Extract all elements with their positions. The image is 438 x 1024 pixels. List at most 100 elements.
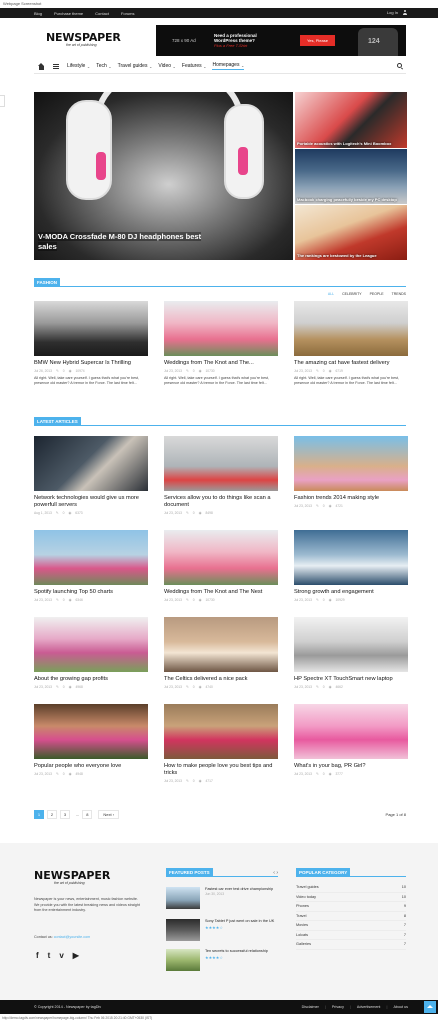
- page-3[interactable]: 3: [60, 810, 70, 819]
- footer-logo[interactable]: NEWSPAPER the art of publishing: [34, 869, 110, 885]
- article-card[interactable]: HP Spectre XT TouchSmart new laptop Jul 2…: [294, 617, 408, 689]
- card-title[interactable]: HP Spectre XT TouchSmart new laptop: [294, 676, 408, 683]
- featured-post[interactable]: Fastest car ever test drive championship…: [166, 887, 278, 909]
- site-logo[interactable]: NEWSPAPER the art of publishing: [46, 31, 121, 47]
- contact-email-link[interactable]: contact@yoursite.com: [54, 935, 91, 939]
- featured-posts-label[interactable]: FEATURED POSTS: [166, 868, 213, 877]
- card-image[interactable]: [34, 436, 148, 491]
- featured-post[interactable]: Sony Tablet P just went on sale in the U…: [166, 919, 278, 941]
- menu-icon[interactable]: [53, 63, 59, 69]
- category-item[interactable]: Phones 9: [296, 902, 406, 912]
- hero-main-title[interactable]: V-MODA Crossfade M-80 DJ headphones best…: [38, 232, 218, 252]
- nav-item-homepages[interactable]: Homepages ⌄: [212, 62, 245, 70]
- nav-item-travel-guides[interactable]: Travel guides ⌄: [118, 63, 153, 69]
- featured-title[interactable]: Ten secrets to successful relationship: [205, 949, 268, 954]
- card-title[interactable]: Weddings from The Knot and The Nest: [164, 589, 278, 596]
- hero-side-post[interactable]: Macbook charging peacefully beside my PC…: [295, 149, 407, 204]
- nav-item-features[interactable]: Features ⌄: [182, 63, 207, 69]
- search-icon[interactable]: [397, 63, 402, 68]
- featured-title[interactable]: Sony Tablet P just went on sale in the U…: [205, 919, 274, 924]
- card-image[interactable]: [294, 301, 408, 356]
- card-title[interactable]: Spotify launching Top 50 charts: [34, 589, 148, 596]
- article-card[interactable]: About the growing gap profits Jul 23, 201…: [34, 617, 148, 689]
- card-title[interactable]: The Celtics delivered a nice pack: [164, 676, 278, 683]
- back-to-top-button[interactable]: [424, 1001, 436, 1013]
- hero-side-post[interactable]: The rankings are bestowed by the League: [295, 205, 407, 260]
- link-advertisement[interactable]: Advertisement: [357, 1005, 381, 1009]
- vimeo-icon[interactable]: v: [59, 951, 63, 960]
- card-title[interactable]: Fashion trends 2014 making style: [294, 495, 408, 502]
- page-last[interactable]: 8: [82, 810, 93, 819]
- card-image[interactable]: [164, 436, 278, 491]
- card-title[interactable]: About the growing gap profits: [34, 676, 148, 683]
- card-title[interactable]: Services allow you to do things like sca…: [164, 495, 278, 509]
- card-title[interactable]: How to make people love you best tips an…: [164, 763, 278, 777]
- nav-item-tech[interactable]: Tech ⌄: [96, 63, 111, 69]
- article-card[interactable]: Popular people who everyone love Jul 23, …: [34, 704, 148, 776]
- fashion-card[interactable]: Weddings from The Knot and The... Jul 23…: [164, 301, 278, 386]
- popular-category-label[interactable]: POPULAR CATEGORY: [296, 868, 351, 877]
- page-1[interactable]: 1: [34, 810, 44, 819]
- card-image[interactable]: [34, 704, 148, 759]
- youtube-icon[interactable]: ▶: [73, 951, 79, 960]
- card-title[interactable]: BMW New Hybrid Supercar Is Thrilling: [34, 360, 148, 367]
- category-item[interactable]: Movies 7: [296, 921, 406, 931]
- nav-item-video[interactable]: Video ⌄: [158, 63, 176, 69]
- card-image[interactable]: [34, 301, 148, 356]
- ad-button[interactable]: Yes, Please: [300, 35, 335, 46]
- filter-all[interactable]: ALL: [328, 292, 334, 296]
- category-item[interactable]: Travel guides 10: [296, 883, 406, 893]
- card-title[interactable]: The amazing cat have fastest delivery: [294, 360, 408, 367]
- filter-people[interactable]: PEOPLE: [370, 292, 384, 296]
- article-card[interactable]: How to make people love you best tips an…: [164, 704, 278, 783]
- featured-thumb[interactable]: [166, 919, 200, 941]
- card-image[interactable]: [164, 301, 278, 356]
- card-image[interactable]: [294, 617, 408, 672]
- card-title[interactable]: Strong growth and engagement: [294, 589, 408, 596]
- article-card[interactable]: Strong growth and engagement Jul 23, 2013…: [294, 530, 408, 602]
- fashion-card[interactable]: The amazing cat have fastest delivery Ju…: [294, 301, 408, 386]
- hero-main-post[interactable]: V-MODA Crossfade M-80 DJ headphones best…: [34, 92, 293, 260]
- filter-trends[interactable]: TRENDS: [392, 292, 406, 296]
- fashion-label[interactable]: FASHION: [34, 278, 61, 287]
- page-2[interactable]: 2: [47, 810, 57, 819]
- article-card[interactable]: Services allow you to do things like sca…: [164, 436, 278, 515]
- next-page-button[interactable]: Next ›: [98, 810, 120, 819]
- link-disclaimer[interactable]: Disclaimer: [302, 1005, 319, 1009]
- top-link-contact[interactable]: Contact: [95, 11, 109, 16]
- category-item[interactable]: Travel 8: [296, 912, 406, 921]
- link-privacy[interactable]: Privacy: [332, 1005, 344, 1009]
- card-image[interactable]: [294, 436, 408, 491]
- card-image[interactable]: [294, 704, 408, 759]
- home-icon[interactable]: [38, 62, 45, 70]
- category-item[interactable]: Galleries 7: [296, 940, 406, 950]
- article-card[interactable]: Network technologies would give us more …: [34, 436, 148, 515]
- category-item[interactable]: Video today 10: [296, 893, 406, 902]
- category-item[interactable]: Lolcats 7: [296, 931, 406, 940]
- login-link[interactable]: Log In: [387, 10, 407, 15]
- twitter-icon[interactable]: t: [48, 951, 51, 960]
- top-link-forums[interactable]: Forums: [121, 11, 135, 16]
- featured-thumb[interactable]: [166, 949, 200, 971]
- article-card[interactable]: Fashion trends 2014 making style Jul 23, …: [294, 436, 408, 508]
- facebook-icon[interactable]: f: [36, 951, 39, 960]
- top-link-blog[interactable]: Blog: [34, 11, 42, 16]
- filter-celebrity[interactable]: CELEBRITY: [342, 292, 361, 296]
- article-card[interactable]: Weddings from The Knot and The Nest Jul 2…: [164, 530, 278, 602]
- link-about-us[interactable]: About us: [393, 1005, 408, 1009]
- top-link-purchase[interactable]: Purchase theme: [54, 11, 83, 16]
- featured-thumb[interactable]: [166, 887, 200, 909]
- header-ad[interactable]: 728 x 90 Ad Need a professional WordPres…: [156, 25, 406, 56]
- article-card[interactable]: Spotify launching Top 50 charts Jul 23, 2…: [34, 530, 148, 602]
- card-image[interactable]: [34, 530, 148, 585]
- article-card[interactable]: What's in your bag, PR Girl? Jul 23, 2013…: [294, 704, 408, 776]
- side-panel-tab[interactable]: [0, 95, 5, 107]
- card-title[interactable]: What's in your bag, PR Girl?: [294, 763, 408, 770]
- article-card[interactable]: The Celtics delivered a nice pack Jul 23,…: [164, 617, 278, 689]
- featured-nav-arrows[interactable]: ‹ ›: [273, 870, 278, 876]
- fashion-card[interactable]: BMW New Hybrid Supercar Is Thrilling Jul…: [34, 301, 148, 386]
- card-image[interactable]: [294, 530, 408, 585]
- card-image[interactable]: [164, 704, 278, 759]
- card-image[interactable]: [34, 617, 148, 672]
- card-image[interactable]: [164, 617, 278, 672]
